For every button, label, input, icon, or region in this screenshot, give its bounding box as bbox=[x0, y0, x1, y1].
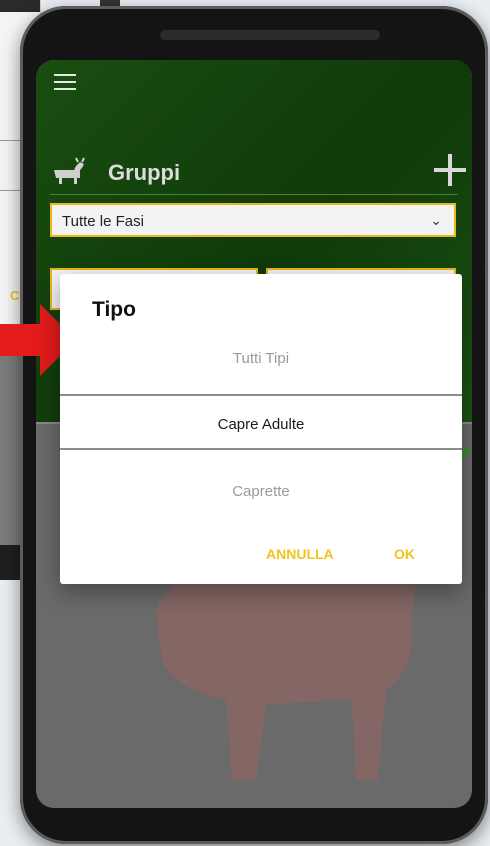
dialog-option-kids[interactable]: Caprette bbox=[60, 483, 462, 500]
dialog-option-all-types[interactable]: Tutti Tipi bbox=[60, 350, 462, 367]
ok-button[interactable]: OK bbox=[394, 546, 415, 562]
page-title: Gruppi bbox=[108, 160, 181, 185]
chevron-down-icon: ⌄ bbox=[430, 212, 442, 228]
add-group-button[interactable] bbox=[432, 152, 468, 188]
type-dialog: Tipo Tutti Tipi Capre Adulte Caprette AN… bbox=[60, 274, 462, 584]
phase-select[interactable]: Tutte le Fasi ⌄ bbox=[50, 203, 456, 237]
title-divider bbox=[50, 194, 458, 195]
dialog-option-adult-goats[interactable]: Capre Adulte bbox=[60, 416, 462, 433]
dialog-selection-divider bbox=[60, 448, 462, 450]
cancel-button[interactable]: ANNULLA bbox=[266, 546, 334, 562]
dialog-title: Tipo bbox=[92, 298, 136, 321]
background-top-bar bbox=[0, 0, 40, 12]
hamburger-menu-icon[interactable] bbox=[54, 74, 76, 90]
goat-icon bbox=[54, 157, 85, 184]
dialog-selection-divider bbox=[60, 394, 462, 396]
phone-speaker bbox=[160, 30, 380, 40]
phase-select-value: Tutte le Fasi bbox=[62, 213, 144, 230]
